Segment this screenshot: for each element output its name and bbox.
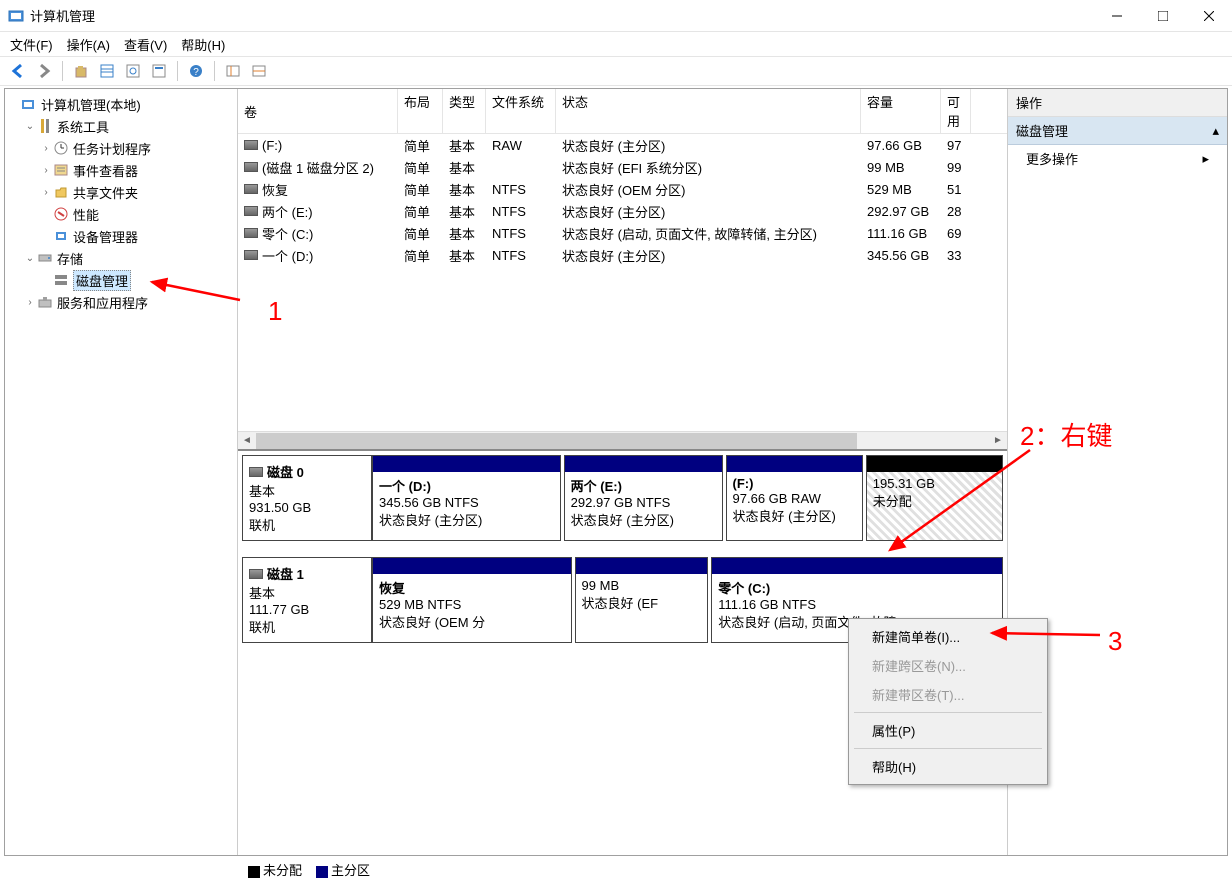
table-row[interactable]: 零个 (C:)简单基本NTFS状态良好 (启动, 页面文件, 故障转储, 主分区… xyxy=(238,222,1007,244)
tree-systools[interactable]: ⌄系统工具 xyxy=(7,115,235,137)
disk-icon xyxy=(249,569,263,579)
app-icon xyxy=(8,8,24,24)
tree-scheduler[interactable]: ›任务计划程序 xyxy=(7,137,235,159)
close-button[interactable] xyxy=(1186,0,1232,32)
menu-help[interactable]: 帮助(H) xyxy=(181,35,225,54)
legend-unalloc: 未分配 xyxy=(263,863,302,878)
menu-properties[interactable]: 属性(P) xyxy=(852,716,1044,745)
table-row[interactable]: 恢复简单基本NTFS状态良好 (OEM 分区)529 MB51 xyxy=(238,178,1007,200)
expand-icon: ▸ xyxy=(1202,151,1209,167)
view3-icon[interactable] xyxy=(247,59,271,83)
scroll-right-icon[interactable]: ► xyxy=(989,433,1007,449)
header-free[interactable]: 可用 xyxy=(941,89,971,133)
actions-header: 操作 xyxy=(1008,89,1227,117)
partition-e[interactable]: 两个 (E:)292.97 GB NTFS状态良好 (主分区) xyxy=(564,455,723,541)
volume-icon xyxy=(244,228,258,238)
menu-new-simple-volume[interactable]: 新建简单卷(I)... xyxy=(852,622,1044,651)
titlebar: 计算机管理 xyxy=(0,0,1232,32)
tree-panel: ▸计算机管理(本地) ⌄系统工具 ›任务计划程序 ›事件查看器 ›共享文件夹 ›… xyxy=(5,89,238,855)
partition-recovery[interactable]: 恢复529 MB NTFS状态良好 (OEM 分 xyxy=(372,557,572,643)
refresh-icon[interactable] xyxy=(121,59,145,83)
actions-section[interactable]: 磁盘管理▴ xyxy=(1008,117,1227,145)
window-controls xyxy=(1094,0,1232,32)
tree-devmgr[interactable]: ›设备管理器 xyxy=(7,225,235,247)
back-button[interactable] xyxy=(6,59,30,83)
menu-view[interactable]: 查看(V) xyxy=(124,35,167,54)
partition-d[interactable]: 一个 (D:)345.56 GB NTFS状态良好 (主分区) xyxy=(372,455,561,541)
header-fs[interactable]: 文件系统 xyxy=(486,89,556,133)
forward-button[interactable] xyxy=(32,59,56,83)
table-row[interactable]: (F:)简单基本RAW状态良好 (主分区)97.66 GB97 xyxy=(238,134,1007,156)
tree-perf[interactable]: ›性能 xyxy=(7,203,235,225)
menu-file[interactable]: 文件(F) xyxy=(10,35,53,54)
partition-unallocated[interactable]: 195.31 GB未分配 xyxy=(866,455,1003,541)
scroll-left-icon[interactable]: ◄ xyxy=(238,433,256,449)
table-row[interactable]: 两个 (E:)简单基本NTFS状态良好 (主分区)292.97 GB28 xyxy=(238,200,1007,222)
horizontal-scrollbar[interactable]: ◄ ► xyxy=(238,431,1007,449)
table-header: 卷 布局 类型 文件系统 状态 容量 可用 xyxy=(238,89,1007,134)
legend-primary: 主分区 xyxy=(331,863,370,878)
disk-icon xyxy=(249,467,263,477)
toolbar: ? xyxy=(0,56,1232,86)
disk0-info[interactable]: 磁盘 0 基本 931.50 GB 联机 xyxy=(242,455,372,541)
tree-diskmgmt[interactable]: ›磁盘管理 xyxy=(7,269,235,291)
window-title: 计算机管理 xyxy=(30,6,95,25)
header-capacity[interactable]: 容量 xyxy=(861,89,941,133)
volume-icon xyxy=(244,250,258,260)
props-icon[interactable] xyxy=(147,59,171,83)
help-icon[interactable]: ? xyxy=(184,59,208,83)
volume-icon xyxy=(244,206,258,216)
collapse-icon: ▴ xyxy=(1212,123,1219,139)
minimize-button[interactable] xyxy=(1094,0,1140,32)
table-row[interactable]: (磁盘 1 磁盘分区 2)简单基本状态良好 (EFI 系统分区)99 MB99 xyxy=(238,156,1007,178)
menu-new-span-volume: 新建跨区卷(N)... xyxy=(852,651,1044,680)
maximize-button[interactable] xyxy=(1140,0,1186,32)
header-volume[interactable]: 卷 xyxy=(238,89,398,133)
legend: 未分配 主分区 xyxy=(248,860,370,879)
menu-action[interactable]: 操作(A) xyxy=(67,35,110,54)
tree-eventviewer[interactable]: ›事件查看器 xyxy=(7,159,235,181)
menu-help[interactable]: 帮助(H) xyxy=(852,752,1044,781)
partition-efi[interactable]: 99 MB状态良好 (EF xyxy=(575,557,709,643)
view2-icon[interactable] xyxy=(221,59,245,83)
header-layout[interactable]: 布局 xyxy=(398,89,443,133)
tree-shared[interactable]: ›共享文件夹 xyxy=(7,181,235,203)
tree-root[interactable]: ▸计算机管理(本地) xyxy=(7,93,235,115)
menubar: 文件(F) 操作(A) 查看(V) 帮助(H) xyxy=(0,32,1232,56)
header-type[interactable]: 类型 xyxy=(443,89,486,133)
svg-text:?: ? xyxy=(193,67,199,78)
context-menu: 新建简单卷(I)... 新建跨区卷(N)... 新建带区卷(T)... 属性(P… xyxy=(848,618,1048,785)
header-status[interactable]: 状态 xyxy=(556,89,861,133)
disk1-info[interactable]: 磁盘 1 基本 111.77 GB 联机 xyxy=(242,557,372,643)
menu-new-stripe-volume: 新建带区卷(T)... xyxy=(852,680,1044,709)
tree-services[interactable]: ›服务和应用程序 xyxy=(7,291,235,313)
up-button[interactable] xyxy=(69,59,93,83)
disk-row-0: 磁盘 0 基本 931.50 GB 联机 一个 (D:)345.56 GB NT… xyxy=(242,455,1003,541)
actions-more[interactable]: 更多操作▸ xyxy=(1008,145,1227,172)
table-body: (F:)简单基本RAW状态良好 (主分区)97.66 GB97(磁盘 1 磁盘分… xyxy=(238,134,1007,283)
volume-icon xyxy=(244,184,258,194)
table-row[interactable]: 一个 (D:)简单基本NTFS状态良好 (主分区)345.56 GB33 xyxy=(238,244,1007,266)
view-icon[interactable] xyxy=(95,59,119,83)
volume-icon xyxy=(244,162,258,172)
volume-table: 卷 布局 类型 文件系统 状态 容量 可用 (F:)简单基本RAW状态良好 (主… xyxy=(238,89,1007,449)
volume-icon xyxy=(244,140,258,150)
partition-f[interactable]: (F:)97.66 GB RAW状态良好 (主分区) xyxy=(726,455,863,541)
tree-storage[interactable]: ⌄存储 xyxy=(7,247,235,269)
